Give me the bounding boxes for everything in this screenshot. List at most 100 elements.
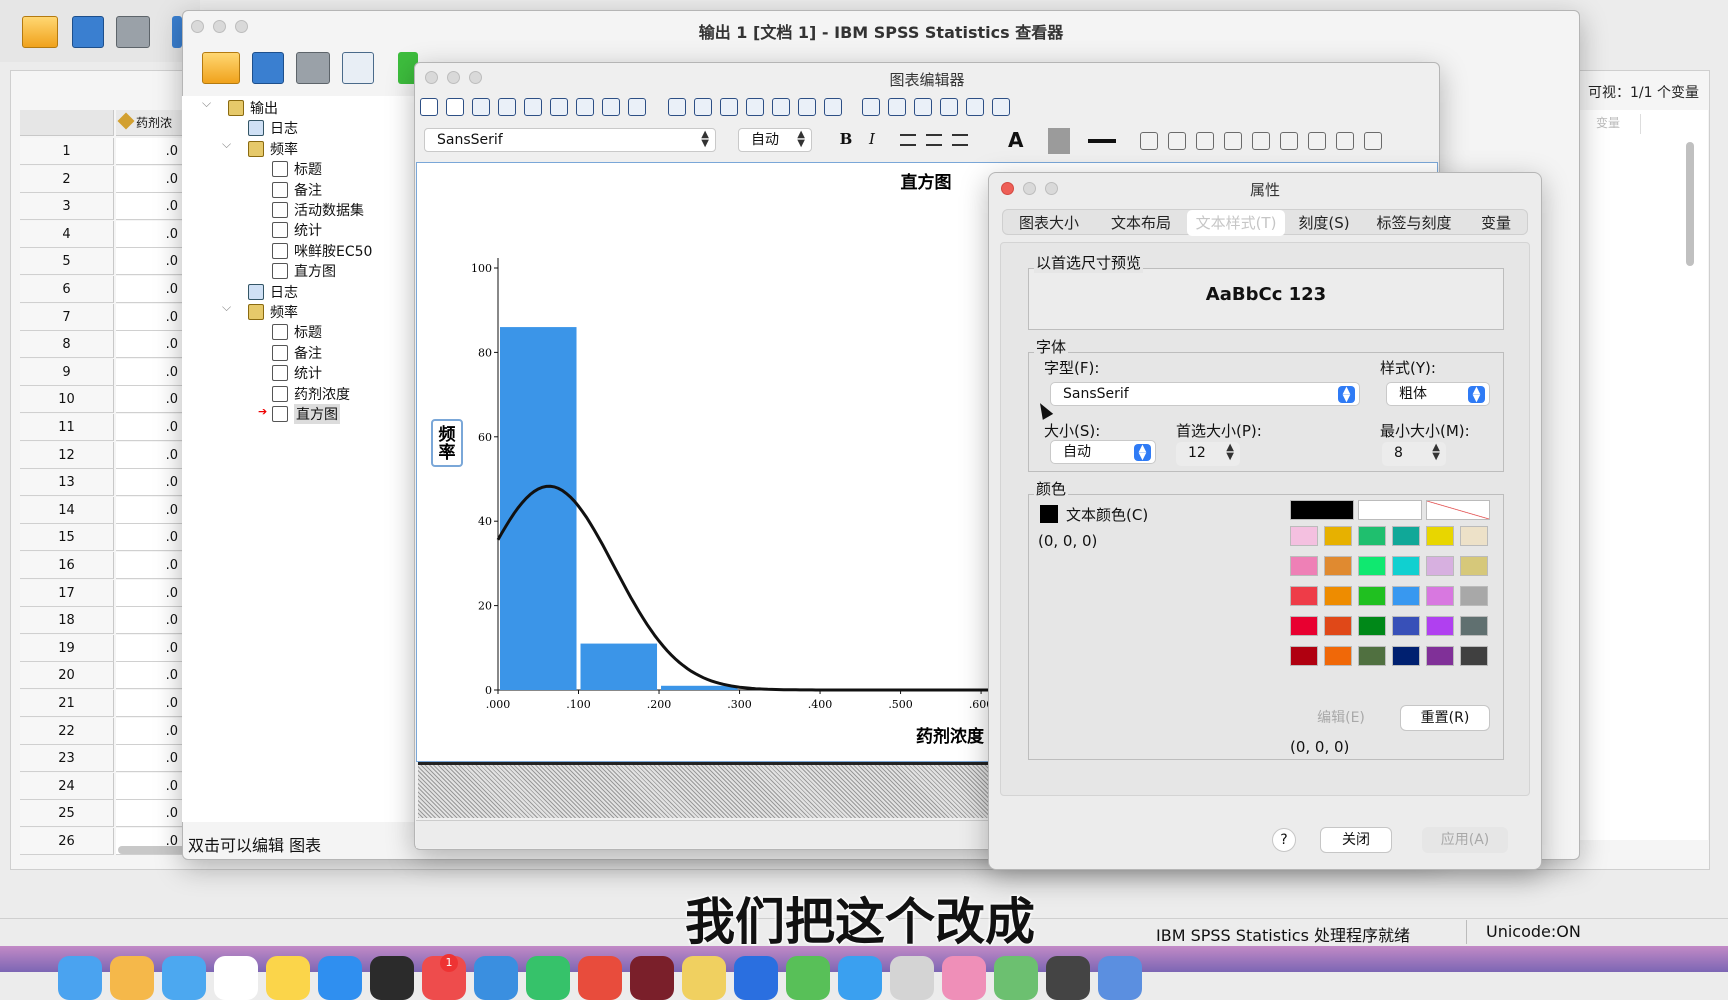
dock-app-icon[interactable] xyxy=(526,956,570,1000)
color-swatch[interactable] xyxy=(1324,616,1352,636)
row-number[interactable]: 26 xyxy=(20,828,114,855)
toolbar-edge-icon[interactable] xyxy=(172,16,182,48)
data-label-icon[interactable] xyxy=(940,98,958,116)
row-number[interactable]: 24 xyxy=(20,772,114,800)
row-number[interactable]: 11 xyxy=(20,414,114,441)
row-number[interactable]: 4 xyxy=(20,220,114,248)
chart-title[interactable]: 直方图 xyxy=(901,172,952,193)
dock-app-icon[interactable] xyxy=(994,956,1038,1000)
outline-item[interactable]: 备注 xyxy=(272,343,322,363)
outline-item[interactable]: ⌵ 输出 xyxy=(202,96,278,118)
data-cell[interactable]: .0 xyxy=(116,579,182,607)
row-number[interactable]: 16 xyxy=(20,552,114,579)
outline-item[interactable]: 直方图 ➔ xyxy=(258,404,340,424)
color-swatch[interactable] xyxy=(1324,556,1352,576)
dock-app-icon[interactable] xyxy=(890,956,934,1000)
color-swatch[interactable] xyxy=(1392,646,1420,666)
tab-variables[interactable]: 变量 xyxy=(1465,210,1527,236)
row-number[interactable]: 13 xyxy=(20,469,114,497)
data-cell[interactable]: .0 xyxy=(116,496,182,524)
color-swatch[interactable] xyxy=(1426,556,1454,576)
color-swatch[interactable] xyxy=(1290,500,1354,520)
line-chart-icon[interactable] xyxy=(1224,132,1242,150)
row-number[interactable]: 20 xyxy=(20,662,114,690)
outline-item[interactable]: 备注 xyxy=(272,180,322,200)
histogram-bar[interactable] xyxy=(500,327,577,690)
color-swatch[interactable] xyxy=(1290,586,1318,606)
size-select[interactable]: 自动 ▲ ▼ xyxy=(738,128,812,152)
color-swatch[interactable] xyxy=(1460,556,1488,576)
dock-app-icon[interactable] xyxy=(370,956,414,1000)
color-swatch[interactable] xyxy=(1460,646,1488,666)
clustered-bar-icon[interactable] xyxy=(1196,132,1214,150)
viewer-print-icon[interactable] xyxy=(296,52,330,84)
data-cell[interactable]: .0 xyxy=(116,331,182,359)
outline-item[interactable]: 直方图 xyxy=(272,261,336,281)
color-swatch[interactable] xyxy=(1426,616,1454,636)
color-swatch[interactable] xyxy=(1290,646,1318,666)
color-swatch[interactable] xyxy=(1358,586,1386,606)
row-number[interactable]: 23 xyxy=(20,745,114,773)
color-swatch[interactable] xyxy=(1358,646,1386,666)
data-cell[interactable]: .0 xyxy=(116,800,182,828)
dock-app-icon[interactable] xyxy=(110,956,154,1000)
dock-app-icon[interactable] xyxy=(474,956,518,1000)
row-number[interactable]: 9 xyxy=(20,358,114,386)
outline-item[interactable]: ⌵ 频率 xyxy=(222,300,298,322)
dock-app-icon[interactable] xyxy=(1098,956,1142,1000)
data-cell[interactable]: .0 xyxy=(116,220,182,248)
data-cell[interactable]: .0 xyxy=(116,772,182,800)
data-cell[interactable]: .0 xyxy=(116,607,182,635)
color-swatch[interactable] xyxy=(1392,586,1420,606)
dock-app-icon[interactable] xyxy=(682,956,726,1000)
data-cell[interactable]: .0 xyxy=(116,717,182,745)
color-swatch[interactable] xyxy=(1460,616,1488,636)
x-axis-icon[interactable] xyxy=(668,98,686,116)
outline-item[interactable]: 日志 xyxy=(248,282,298,302)
color-swatch[interactable] xyxy=(1426,586,1454,606)
area-icon[interactable] xyxy=(1336,132,1354,150)
histogram-chart[interactable]: 直方图020406080100.000.100.200.300.400.500.… xyxy=(416,162,996,762)
dock-app-icon[interactable] xyxy=(214,956,258,1000)
textbox-icon[interactable] xyxy=(798,98,816,116)
row-number[interactable]: 12 xyxy=(20,441,114,469)
apply-button[interactable]: 应用(A) xyxy=(1422,827,1508,853)
edit-color-button[interactable]: 编辑(E) xyxy=(1298,705,1384,731)
color-swatch[interactable] xyxy=(1290,526,1318,546)
print-icon[interactable] xyxy=(116,16,150,48)
y-axis-label[interactable]: 频 xyxy=(439,424,456,445)
close-button[interactable]: 关闭 xyxy=(1320,827,1392,853)
outline-item[interactable]: ⌵ 频率 xyxy=(222,137,298,159)
dock-app-icon[interactable] xyxy=(786,956,830,1000)
line-style-icon[interactable] xyxy=(1088,139,1116,143)
color-swatch[interactable] xyxy=(1290,556,1318,576)
footnote-icon[interactable] xyxy=(824,98,842,116)
filter-icon[interactable] xyxy=(524,98,542,116)
rescale-icon[interactable] xyxy=(576,98,594,116)
row-number[interactable]: 25 xyxy=(20,800,114,828)
data-cell[interactable]: .0 xyxy=(116,441,182,469)
color-swatch[interactable] xyxy=(1358,556,1386,576)
save-icon[interactable] xyxy=(72,16,104,48)
expand-chevron-icon[interactable]: ⌵ xyxy=(222,137,231,152)
row-number[interactable]: 1 xyxy=(20,138,114,165)
undo-icon[interactable] xyxy=(420,98,438,116)
dock-app-icon[interactable] xyxy=(58,956,102,1000)
outline-item[interactable]: 咪鲜胺EC50 xyxy=(272,241,372,261)
dock-app-icon[interactable] xyxy=(734,956,778,1000)
data-cell[interactable]: .0 xyxy=(116,303,182,331)
outline-item[interactable]: 标题 xyxy=(272,322,322,342)
color-swatch[interactable] xyxy=(1426,526,1454,546)
dock-app-icon[interactable] xyxy=(1046,956,1090,1000)
color-swatch[interactable] xyxy=(1460,526,1488,546)
close-x-icon[interactable] xyxy=(498,98,516,116)
pref-size-stepper-icon[interactable]: ▲ ▼ xyxy=(1226,443,1234,462)
open-folder-icon[interactable] xyxy=(22,16,58,48)
reset-color-button[interactable]: 重置(R) xyxy=(1400,705,1490,731)
y-axis-label[interactable]: 率 xyxy=(439,442,456,463)
bar-chart-icon[interactable] xyxy=(1168,132,1186,150)
title-icon[interactable] xyxy=(746,98,764,116)
pref-size-stepper[interactable]: 12 ▲ ▼ xyxy=(1176,442,1240,466)
min-size-stepper-icon[interactable]: ▲ ▼ xyxy=(1432,443,1440,462)
color-swatch[interactable] xyxy=(1392,616,1420,636)
